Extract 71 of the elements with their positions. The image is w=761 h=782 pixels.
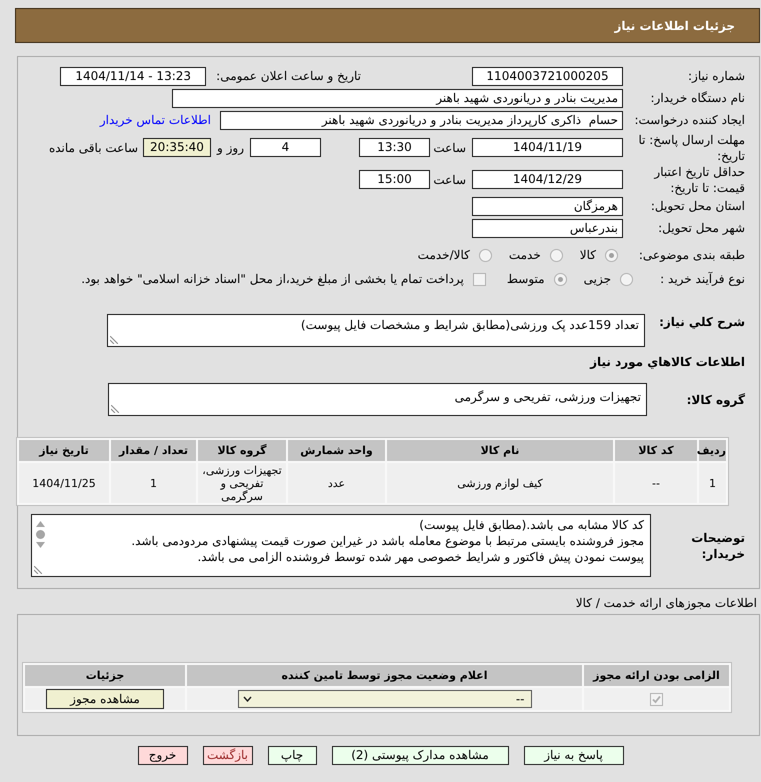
checkbox-label: پرداخت تمام یا بخشی از مبلغ خرید،از محل "اسناد خزانه اسلامی" خواهد بود. [81, 272, 464, 286]
buyer-notes-field[interactable]: کد کالا مشابه می باشد.(مطابق فایل پیوست) مجوز فروشنده بایستی مرتبط با موضوع معامله باشد در غیراین صورت قیمت پیشنهادی مردودمی باشد. پیوست نمودن پیش فاکتور و شرایط خصوصی مهر شده توسط فروشنده الزامی می باشد. [31, 514, 651, 577]
table-cell: تجهیزات ورزشی، تفریحی و سرگرمی [198, 463, 286, 503]
resize-grip-icon[interactable] [111, 405, 119, 413]
date-field[interactable]: 1404/12/29 [472, 170, 623, 189]
radio-label: کالا [580, 248, 596, 262]
requester-field[interactable]: حسام ذاکری کارپرداز مدیریت بنادر و دریانوردی شهید باهنر [220, 110, 623, 130]
field-label: ایجاد کننده درخواست: [633, 112, 745, 128]
attachments-button[interactable]: مشاهده مدارک پیوستی (2) [332, 746, 508, 765]
column-header: گروه کالا [198, 440, 286, 461]
contact-link[interactable]: اطلاعات تماس خریدار [100, 113, 211, 127]
field-label: گروه کالا: [686, 392, 745, 408]
resize-grip-icon[interactable] [110, 336, 118, 344]
summary-field[interactable]: تعداد 159عدد پک ورزشی(مطابق شرایط و مشخصات فایل پیوست) [107, 314, 645, 347]
table-cell: 1 [111, 463, 196, 503]
radio-label: متوسط [506, 272, 545, 286]
radio-label: خدمت [508, 248, 541, 262]
field-label: ساعت [432, 140, 467, 154]
field-label: روز و [216, 140, 245, 154]
field-label: تاریخ و ساعت اعلان عمومی: [216, 69, 361, 83]
field-label: استان محل تحویل: [650, 198, 745, 214]
days-field[interactable]: 4 [250, 138, 321, 157]
field-label: نام دستگاه خریدار: [650, 90, 745, 106]
radio-label: جزیی [584, 272, 611, 286]
need-number-field[interactable]: 1104003721000205 [472, 66, 623, 86]
column-header: اعلام وضعیت مجوز توسط تامین کننده [187, 665, 582, 686]
section-heading: اطلاعات مجوزهای ارائه خدمت / کالا [574, 596, 757, 611]
field-label: ساعت باقی مانده [48, 140, 138, 154]
column-header: الزامی بودن ارائه مجوز [584, 665, 729, 686]
city-field[interactable]: بندرعباس [472, 218, 623, 238]
column-header: واحد شمارش [288, 440, 385, 461]
exit-button[interactable]: خروج [138, 746, 188, 765]
column-header: جزئیات [25, 665, 185, 686]
field-label: طبقه بندی موضوعی: [638, 247, 745, 263]
print-button[interactable]: چاپ [268, 746, 316, 765]
table-cell: -- [615, 463, 697, 503]
reply-button[interactable]: پاسخ به نیاز [524, 746, 624, 765]
section-heading: اطلاعات كالاهاي مورد نياز [588, 354, 745, 370]
field-label: شماره نیاز: [687, 68, 745, 84]
date-field[interactable]: 1404/11/19 [472, 138, 623, 157]
buyer-org-field[interactable]: مدیریت بنادر و دریانوردی شهید باهنر [172, 88, 623, 108]
chevron-down-icon [242, 696, 252, 702]
radio-label: کالا/خدمت [418, 248, 470, 262]
table-cell: عدد [288, 463, 385, 503]
goods-group-field[interactable]: تجهیزات ورزشی، تفریحی و سرگرمی [108, 383, 647, 416]
column-header: نام کالا [387, 440, 613, 461]
scroll-up-icon[interactable] [36, 521, 44, 527]
table-cell: کیف لوازم ورزشی [387, 463, 613, 503]
field-label: ساعت [432, 172, 467, 186]
announcement-date-field[interactable]: 1404/11/14 - 13:23 [60, 66, 206, 86]
column-header: کد کالا [615, 440, 697, 461]
page-title: جزئیات اطلاعات نیاز [614, 18, 735, 32]
field-label: حداقل تاریخ اعتبار قیمت: تا تاریخ: [652, 164, 745, 196]
scrollbar-thumb[interactable] [36, 530, 44, 539]
time-field[interactable]: 13:30 [359, 138, 430, 157]
table-cell: 1 [699, 463, 726, 503]
field-label: شرح کلي نياز: [658, 314, 745, 330]
table-cell: 1404/11/25 [19, 463, 109, 503]
column-header: تعداد / مقدار [111, 440, 196, 461]
back-button[interactable]: بازگشت [202, 746, 252, 765]
field-label: مهلت ارسال پاسخ: تا تاریخ: [637, 132, 745, 164]
remaining-time-field[interactable]: 20:35:40 [143, 138, 211, 157]
scroll-down-icon[interactable] [36, 542, 44, 548]
province-field[interactable]: هرمزگان [472, 196, 623, 216]
field-label: توضیحات خریدار: [690, 530, 745, 562]
column-header: ردیف [699, 440, 726, 461]
column-header: تاریخ نیاز [19, 440, 109, 461]
field-label: شهر محل تحویل: [657, 220, 745, 236]
field-label: نوع فرآیند خرید : [659, 271, 745, 287]
resize-grip-icon[interactable] [34, 566, 42, 574]
time-field[interactable]: 15:00 [359, 170, 430, 189]
